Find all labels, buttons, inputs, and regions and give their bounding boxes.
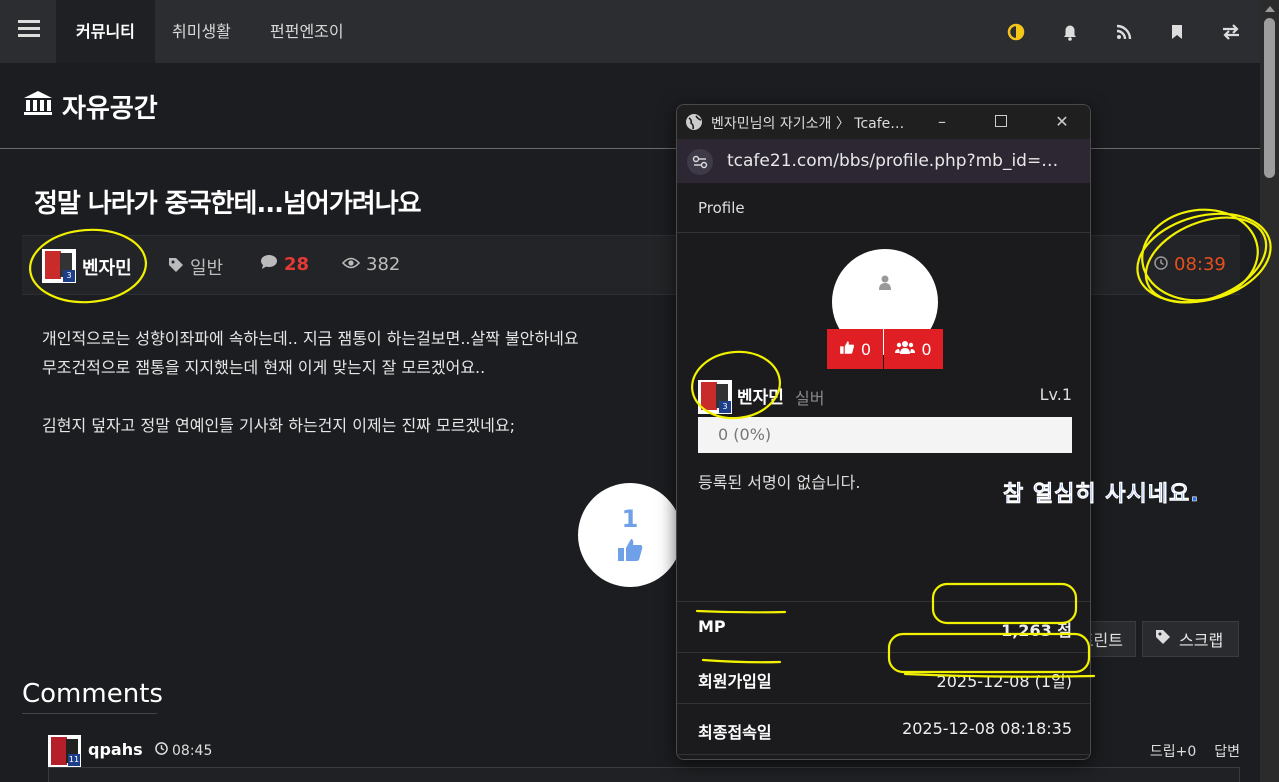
- tab-community[interactable]: 커뮤니티: [56, 0, 155, 63]
- row-label: MP: [698, 617, 726, 636]
- page-scrollbar[interactable]: [1260, 0, 1279, 782]
- profile-content: Profile 0 0 3 벤자민 실버 Lv.1 0 (0%) 등록된 서명이…: [677, 183, 1090, 759]
- comment-bubble-icon: [260, 254, 278, 275]
- profile-row-join-date: 회원가입일 2025-12-08 (1일): [677, 652, 1090, 703]
- row-value: 2025-12-08 08:18:35: [902, 719, 1072, 738]
- comment-body-box: [48, 767, 1240, 782]
- post-body-line: 무조건적으로 잼통을 지지했는데 현재 이게 맞는지 잘 모르겠어요..: [42, 358, 486, 377]
- author-name[interactable]: 벤자민: [82, 254, 132, 280]
- comment-actions: 드립+0 답변: [1150, 741, 1240, 761]
- profile-friend-count: 0: [921, 339, 932, 359]
- profile-avatar: 3: [698, 380, 732, 414]
- scrap-button[interactable]: 스크랩: [1142, 621, 1239, 657]
- board-title: 자유공간: [22, 88, 158, 125]
- post-views: 382: [341, 254, 401, 275]
- tag-icon: [168, 257, 184, 278]
- popup-url[interactable]: tcafe21.com/bbs/profile.php?mb_id=…: [727, 151, 1077, 171]
- row-value: 2025-12-08 (1일): [936, 672, 1072, 691]
- profile-row-last-login: 최종접속일 2025-12-08 08:18:35: [677, 703, 1090, 754]
- row-value: 1,263 점: [1001, 621, 1072, 640]
- comment-time: 08:45: [155, 742, 212, 759]
- profile-like-button[interactable]: 0: [827, 329, 883, 369]
- popup-titlebar[interactable]: 벤자민님의 자기소개 〉 Tcafe… – ✕: [677, 105, 1090, 139]
- xp-progress-bar: 0 (0%): [698, 417, 1072, 453]
- comment-time-text: 08:45: [172, 742, 213, 759]
- scroll-thumb[interactable]: [1264, 18, 1275, 178]
- users-icon: [895, 340, 916, 359]
- popup-title: 벤자민님의 자기소개 〉 Tcafe…: [711, 116, 905, 132]
- theme-toggle-icon[interactable]: [1004, 20, 1028, 44]
- comment-author-badge: 11: [68, 754, 80, 766]
- clock-icon: [1154, 254, 1168, 275]
- scroll-up-arrow-icon[interactable]: [1265, 6, 1275, 12]
- comment-author[interactable]: qpahs: [88, 740, 143, 759]
- post-body: 개인적으로는 성향이좌파에 속하는데.. 지금 잼통이 하는걸보면..살짝 불안…: [42, 324, 579, 440]
- views-count: 382: [366, 254, 401, 275]
- bell-icon[interactable]: [1058, 20, 1082, 44]
- post-time-text: 08:39: [1174, 254, 1226, 275]
- profile-friend-button[interactable]: 0: [884, 329, 943, 369]
- profile-popup-window: 벤자민님의 자기소개 〉 Tcafe… – ✕ tcafe21.com/bbs/…: [676, 104, 1091, 760]
- menu-icon[interactable]: [18, 20, 40, 42]
- profile-row-divider: [677, 754, 1090, 759]
- profile-row-mp: MP 1,263 점: [677, 601, 1090, 652]
- post-category: 일반: [168, 254, 223, 280]
- post-comment-count[interactable]: 28: [260, 254, 309, 275]
- eye-icon: [341, 254, 361, 275]
- rss-icon[interactable]: [1112, 20, 1136, 44]
- site-settings-icon[interactable]: [687, 149, 713, 175]
- globe-icon: [685, 113, 703, 135]
- profile-like-count: 0: [860, 339, 872, 359]
- post-body-line: 개인적으로는 성향이좌파에 속하는데.. 지금 잼통이 하는걸보면..살짝 불안…: [42, 329, 579, 348]
- bookmark-icon[interactable]: [1165, 20, 1189, 44]
- swap-icon[interactable]: [1219, 20, 1243, 44]
- profile-name: 벤자민: [737, 388, 784, 408]
- post-time: 08:39: [1154, 254, 1226, 275]
- comment-reply-button[interactable]: 답변: [1214, 741, 1240, 761]
- board-title-text: 자유공간: [62, 94, 158, 124]
- like-button[interactable]: 1: [578, 483, 682, 587]
- profile-grade: 실버: [795, 389, 825, 408]
- thumbs-up-icon: [839, 340, 855, 359]
- annotation-text: 참 열심히 사시네요.: [1003, 482, 1200, 508]
- scrap-label: 스크랩: [1179, 631, 1224, 650]
- comment-draw-button[interactable]: 드립+0: [1150, 741, 1196, 761]
- page: 커뮤니티 취미생활 펀펀엔조이 자유공간 정말 나라가 중국한테...넘어가려나…: [0, 0, 1279, 782]
- author-avatar[interactable]: 3: [42, 249, 76, 283]
- top-navbar: 커뮤니티 취미생활 펀펀엔조이: [0, 0, 1260, 63]
- close-icon[interactable]: ✕: [1052, 112, 1072, 132]
- tab-hobby[interactable]: 취미생활: [172, 0, 231, 63]
- clock-icon: [155, 742, 168, 759]
- bank-icon: [22, 89, 54, 124]
- user-icon: [878, 275, 892, 295]
- row-label: 회원가입일: [698, 672, 772, 691]
- tags-icon: [1155, 629, 1173, 649]
- post-title: 정말 나라가 중국한테...넘어가려나요: [34, 189, 422, 219]
- profile-signature: 등록된 서명이 없습니다.: [698, 473, 861, 492]
- profile-header: Profile: [677, 183, 1090, 233]
- comment-avatar[interactable]: 11: [48, 735, 81, 767]
- category-label: 일반: [190, 258, 224, 279]
- minimize-icon[interactable]: –: [932, 112, 952, 132]
- tab-fun-enjoy[interactable]: 펀펀엔조이: [270, 0, 344, 63]
- post-author[interactable]: 벤자민: [82, 254, 132, 280]
- row-label: 최종접속일: [698, 723, 772, 742]
- popup-url-bar[interactable]: tcafe21.com/bbs/profile.php?mb_id=…: [677, 139, 1090, 183]
- profile-header-label: Profile: [698, 199, 745, 217]
- author-level-badge: 3: [63, 270, 75, 282]
- post-body-line: 김현지 덮자고 정말 연예인들 기사화 하는건지 이제는 진짜 모르겠네요;: [42, 416, 515, 435]
- profile-level-badge: 3: [719, 401, 731, 413]
- comment-count: 28: [284, 254, 310, 275]
- thumbs-up-icon: [578, 537, 682, 567]
- post-body-line: [42, 382, 579, 411]
- maximize-icon[interactable]: [991, 112, 1011, 132]
- profile-level: Lv.1: [1039, 385, 1072, 404]
- comments-title: Comments: [22, 679, 163, 714]
- xp-text: 0 (0%): [718, 425, 772, 444]
- like-count: 1: [621, 505, 639, 533]
